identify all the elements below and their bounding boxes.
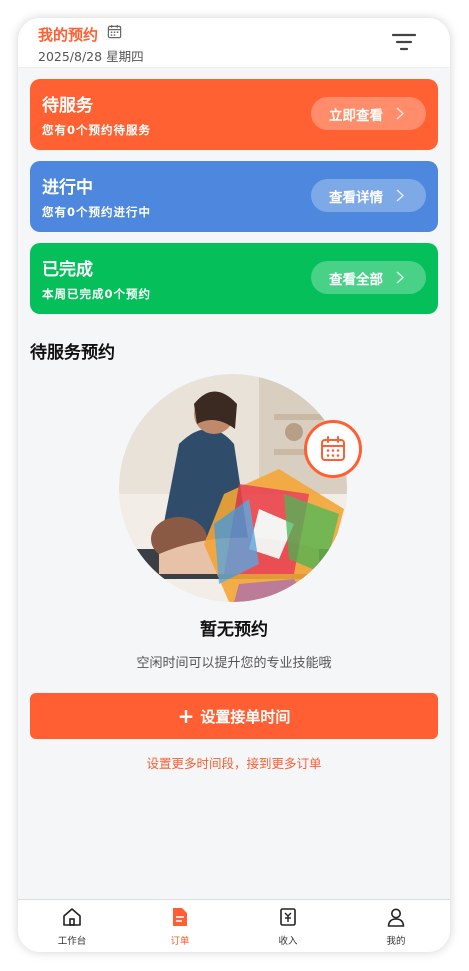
card-title: 已完成 [42, 260, 93, 280]
tab-mine[interactable]: 我的 [342, 900, 450, 952]
empty-illustration [119, 374, 347, 602]
header: 我的预约 2025/8/28 星期四 [18, 18, 450, 68]
massage-photo [119, 374, 347, 602]
in-progress-card[interactable]: 进行中 您有0个预约进行中 查看详情 [30, 161, 438, 232]
view-all-button[interactable]: 查看全部 [311, 261, 426, 294]
empty-title: 暂无预约 [200, 620, 268, 640]
card-subtitle: 本周已完成0个预约 [42, 287, 152, 301]
tab-label: 订单 [170, 936, 190, 947]
calendar-icon[interactable] [107, 24, 122, 39]
section-title: 待服务预约 [30, 343, 115, 363]
tab-label: 我的 [386, 936, 406, 947]
card-subtitle: 您有0个预约待服务 [42, 123, 152, 137]
tab-label: 工作台 [57, 936, 87, 947]
chevron-right-icon [396, 107, 404, 120]
button-label: 设置接单时间 [200, 707, 291, 726]
filter-icon[interactable] [392, 32, 416, 52]
tip-text: 设置更多时间段，接到更多订单 [146, 756, 322, 771]
chevron-right-icon [396, 189, 404, 202]
calendar-badge [304, 420, 362, 478]
home-icon [63, 908, 81, 926]
button-label: 立即查看 [329, 107, 383, 124]
card-subtitle: 您有0个预约进行中 [42, 205, 152, 219]
set-schedule-button[interactable]: + 设置接单时间 [30, 693, 438, 739]
plus-icon: + [177, 704, 195, 728]
card-title: 待服务 [42, 96, 93, 116]
income-icon [280, 908, 296, 926]
button-label: 查看详情 [329, 189, 383, 206]
current-date: 2025/8/28 星期四 [38, 49, 144, 64]
card-title: 进行中 [42, 178, 93, 198]
completed-card[interactable]: 已完成 本周已完成0个预约 查看全部 [30, 243, 438, 314]
tab-bar: 工作台 订单 收入 我的 [18, 899, 450, 952]
pending-card[interactable]: 待服务 您有0个预约待服务 立即查看 [30, 79, 438, 150]
view-details-button[interactable]: 查看详情 [311, 179, 426, 212]
empty-subtitle: 空闲时间可以提升您的专业技能哦 [136, 656, 332, 671]
tab-label: 收入 [278, 936, 298, 947]
tab-orders[interactable]: 订单 [126, 900, 234, 952]
tab-income[interactable]: 收入 [234, 900, 342, 952]
button-label: 查看全部 [329, 271, 383, 288]
order-icon [173, 908, 187, 926]
phone-frame: 我的预约 2025/8/28 星期四 待服务 您有0个预约待服务 立即查看 进行… [18, 18, 450, 952]
user-icon [387, 908, 405, 927]
page-title: 我的预约 [38, 26, 99, 44]
view-now-button[interactable]: 立即查看 [311, 97, 426, 130]
tab-workbench[interactable]: 工作台 [18, 900, 126, 952]
calendar-icon [321, 436, 345, 461]
chevron-right-icon [396, 271, 404, 284]
